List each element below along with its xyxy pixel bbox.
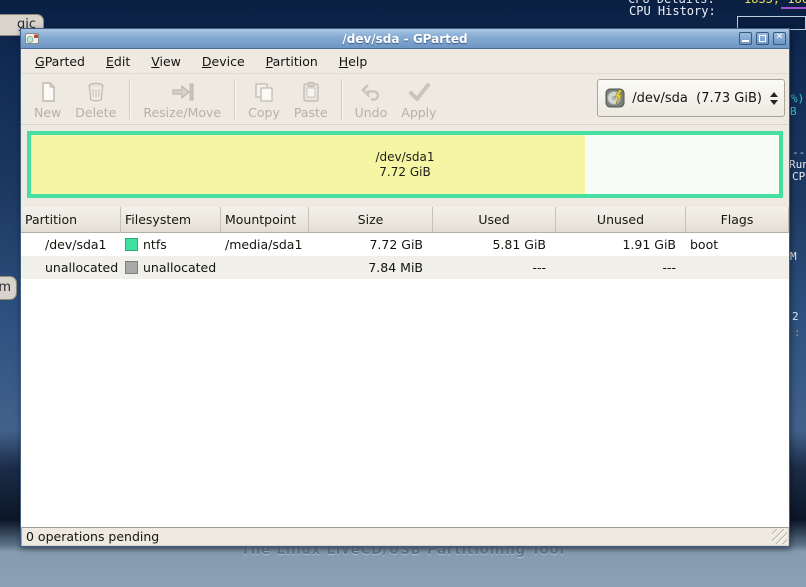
delete-button[interactable]: Delete: [68, 76, 123, 122]
monitor-text-fragment: M: [790, 250, 797, 263]
monitor-text-fragment: %): [791, 92, 804, 105]
menu-gparted[interactable]: GParted: [27, 51, 93, 72]
header-flags[interactable]: Flags: [686, 207, 789, 233]
cell-partition: /dev/sda1: [21, 237, 121, 252]
cell-unused: ---: [556, 260, 686, 275]
titlebar[interactable]: /dev/sda - GParted ✕: [21, 29, 789, 49]
statusbar: 0 operations pending: [21, 527, 789, 546]
paste-button[interactable]: Paste: [287, 76, 335, 122]
filesystem-color-swatch: [125, 261, 138, 274]
new-button[interactable]: New: [27, 76, 68, 122]
close-icon: ✕: [774, 32, 785, 42]
taskbar-tab-partial[interactable]: m: [0, 276, 17, 300]
visual-partition-label: /dev/sda1: [31, 150, 779, 165]
device-selector[interactable]: /dev/sda (7.73 GiB): [597, 79, 785, 117]
chevron-down-icon: [770, 100, 778, 105]
toolbar-separator: [341, 79, 342, 119]
monitor-text-fragment: CP: [792, 170, 805, 183]
chevron-up-icon: [770, 92, 778, 97]
table-header-row: Partition Filesystem Mountpoint Size Use…: [21, 207, 789, 233]
cell-filesystem: unallocated: [121, 260, 221, 275]
monitor-text-fragment: B: [790, 105, 797, 118]
undo-icon: [359, 80, 383, 104]
resize-move-icon: [169, 80, 195, 104]
menubar: GParted Edit View Device Partition Help: [21, 49, 789, 74]
cell-mountpoint: /media/sda1: [221, 237, 309, 252]
visual-partition-size: 7.72 GiB: [31, 165, 779, 180]
minimize-button[interactable]: [739, 32, 752, 45]
toolbar-separator: [234, 79, 235, 119]
cell-partition: unallocated: [21, 260, 121, 275]
window-title: /dev/sda - GParted: [21, 32, 789, 46]
copy-icon: [252, 80, 276, 104]
menu-partition[interactable]: Partition: [258, 51, 326, 72]
cell-filesystem: ntfs: [121, 237, 221, 252]
minimize-icon: [742, 40, 749, 42]
cpu-history-label: CPU History:: [629, 4, 716, 18]
table-row[interactable]: unallocated unallocated 7.84 MiB --- ---: [21, 256, 789, 279]
menu-device[interactable]: Device: [194, 51, 253, 72]
cell-size: 7.84 MiB: [309, 260, 433, 275]
resize-grip[interactable]: [772, 529, 787, 544]
maximize-icon: [759, 35, 766, 42]
menu-view[interactable]: View: [143, 51, 189, 72]
delete-partition-icon: [84, 80, 108, 104]
disk-visual-panel: /dev/sda1 7.72 GiB: [21, 125, 789, 206]
cell-size: 7.72 GiB: [309, 237, 433, 252]
paste-icon: [299, 80, 323, 104]
pending-operations-text: 0 operations pending: [26, 529, 159, 544]
header-filesystem[interactable]: Filesystem: [121, 207, 221, 233]
combo-spinner: [770, 92, 778, 105]
filesystem-color-swatch: [125, 238, 138, 251]
device-selector-value: /dev/sda (7.73 GiB): [632, 91, 762, 106]
cell-used: ---: [433, 260, 556, 275]
resize-move-button[interactable]: Resize/Move: [136, 76, 228, 122]
header-partition[interactable]: Partition: [21, 207, 121, 233]
partition-table: Partition Filesystem Mountpoint Size Use…: [21, 207, 789, 527]
cell-flags: boot: [686, 237, 789, 252]
undo-button[interactable]: Undo: [348, 76, 395, 122]
maximize-button[interactable]: [756, 32, 769, 45]
new-partition-icon: [36, 80, 60, 104]
desktop: CPU Details: 1833, 1800 CPU History: %) …: [0, 0, 806, 587]
header-used[interactable]: Used: [433, 207, 556, 233]
header-unused[interactable]: Unused: [556, 207, 686, 233]
close-button[interactable]: ✕: [773, 32, 786, 45]
header-size[interactable]: Size: [309, 207, 433, 233]
table-row[interactable]: /dev/sda1 ntfs /media/sda1 7.72 GiB 5.81…: [21, 233, 789, 256]
apply-button[interactable]: Apply: [394, 76, 443, 122]
toolbar-separator: [129, 79, 130, 119]
copy-button[interactable]: Copy: [241, 76, 287, 122]
partition-visual[interactable]: /dev/sda1 7.72 GiB: [27, 131, 783, 198]
hard-disk-icon: [603, 86, 627, 110]
cpu-details-values-cut-text: 1833, 1800: [744, 0, 806, 6]
toolbar: New Delete Resize/Move: [21, 74, 789, 125]
menu-help[interactable]: Help: [331, 51, 376, 72]
header-mountpoint[interactable]: Mountpoint: [221, 207, 309, 233]
graph-border-line: [781, 7, 806, 9]
apply-checkmark-icon: [406, 80, 432, 104]
gparted-window: /dev/sda - GParted ✕ GParted Edit View D…: [20, 28, 790, 547]
monitor-text-fragment: 2: [792, 310, 799, 323]
cell-unused: 1.91 GiB: [556, 237, 686, 252]
menu-edit[interactable]: Edit: [98, 51, 138, 72]
cell-used: 5.81 GiB: [433, 237, 556, 252]
monitor-text-fragment: :: [794, 326, 801, 339]
